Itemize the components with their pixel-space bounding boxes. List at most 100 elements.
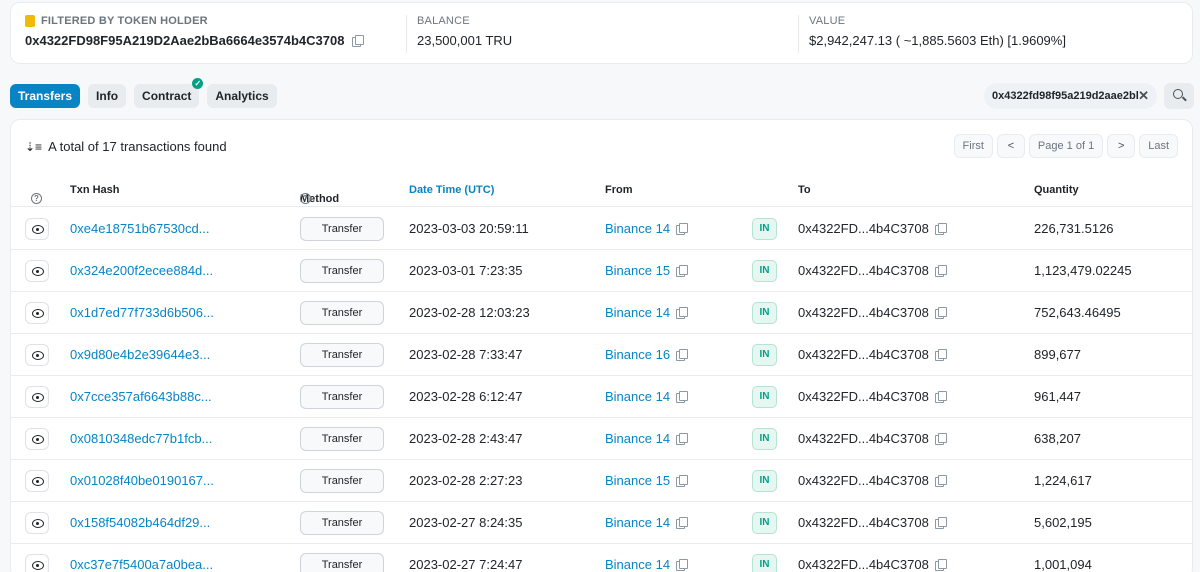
method-badge: Transfer bbox=[300, 343, 384, 367]
from-address-link[interactable]: Binance 14 bbox=[605, 389, 670, 404]
date-time: 2023-02-28 2:27:23 bbox=[409, 473, 523, 488]
date-time: 2023-03-01 7:23:35 bbox=[409, 263, 523, 278]
table-row: 0x324e200f2ecee884d... Transfer 2023-03-01… bbox=[11, 250, 1192, 292]
eye-icon[interactable] bbox=[25, 554, 49, 572]
copy-icon[interactable] bbox=[934, 222, 947, 235]
txn-hash-link[interactable]: 0x324e200f2ecee884d... bbox=[70, 263, 213, 278]
search-button[interactable] bbox=[1164, 83, 1194, 109]
table-row: 0xe4e18751b67530cd... Transfer 2023-03-03 … bbox=[11, 208, 1192, 250]
method-badge: Transfer bbox=[300, 553, 384, 572]
copy-icon[interactable] bbox=[676, 432, 689, 445]
divider bbox=[798, 15, 799, 53]
txn-hash-link[interactable]: 0xc37e7f5400a7a0bea... bbox=[70, 557, 213, 572]
from-cell: Binance 15 bbox=[605, 263, 689, 278]
method-badge: Transfer bbox=[300, 301, 384, 325]
from-address-link[interactable]: Binance 16 bbox=[605, 347, 670, 362]
date-time: 2023-02-28 7:33:47 bbox=[409, 347, 523, 362]
value-label: VALUE bbox=[809, 15, 846, 27]
copy-icon[interactable] bbox=[676, 264, 689, 277]
tab-info[interactable]: Info bbox=[88, 84, 127, 108]
copy-icon[interactable] bbox=[676, 558, 689, 571]
to-address: 0x4322FD...4b4C3708 bbox=[798, 221, 929, 236]
copy-icon[interactable] bbox=[352, 34, 365, 47]
table-row: 0xc37e7f5400a7a0bea... Transfer 2023-02-27… bbox=[11, 544, 1192, 572]
to-address: 0x4322FD...4b4C3708 bbox=[798, 347, 929, 362]
table-row: 0x1d7ed77f733d6b506... Transfer 2023-02-28… bbox=[11, 292, 1192, 334]
from-address-link[interactable]: Binance 15 bbox=[605, 473, 670, 488]
next-page-button[interactable]: > bbox=[1107, 134, 1136, 158]
txn-hash-link[interactable]: 0x9d80e4b2e39644e3... bbox=[70, 347, 210, 362]
balance-value: 23,500,001 TRU bbox=[417, 33, 513, 48]
eye-icon[interactable] bbox=[25, 470, 49, 492]
from-address-link[interactable]: Binance 15 bbox=[605, 263, 670, 278]
copy-icon[interactable] bbox=[934, 390, 947, 403]
copy-icon[interactable] bbox=[676, 390, 689, 403]
copy-icon[interactable] bbox=[934, 348, 947, 361]
txn-hash-link[interactable]: 0x0810348edc77b1fcb... bbox=[70, 431, 212, 446]
direction-badge: IN bbox=[752, 260, 777, 282]
method-badge: Transfer bbox=[300, 385, 384, 409]
copy-icon[interactable] bbox=[934, 306, 947, 319]
eye-icon[interactable] bbox=[25, 302, 49, 324]
address-filter-chip[interactable]: 0x4322fd98f95a219d2aae2bl ✕ bbox=[984, 83, 1157, 109]
transfers-table-card: ⇣≡ A total of 17 transactions found Firs… bbox=[10, 119, 1193, 572]
tab-transfers[interactable]: Transfers bbox=[10, 84, 81, 108]
copy-icon[interactable] bbox=[934, 264, 947, 277]
close-icon[interactable]: ✕ bbox=[1138, 88, 1149, 104]
col-date-time[interactable]: Date Time (UTC) bbox=[409, 184, 494, 196]
date-time: 2023-02-28 6:12:47 bbox=[409, 389, 523, 404]
table-row: 0x01028f40be0190167... Transfer 2023-02-28… bbox=[11, 460, 1192, 502]
eye-icon[interactable] bbox=[25, 260, 49, 282]
table-row: 0x158f54082b464df29... Transfer 2023-02-27… bbox=[11, 502, 1192, 544]
eye-icon[interactable] bbox=[25, 386, 49, 408]
direction-badge: IN bbox=[752, 512, 777, 534]
eye-icon[interactable] bbox=[25, 344, 49, 366]
from-cell: Binance 14 bbox=[605, 305, 689, 320]
to-cell: 0x4322FD...4b4C3708 bbox=[798, 431, 947, 446]
tab-contract[interactable]: Contract ✓ bbox=[134, 78, 204, 108]
method-badge: Transfer bbox=[300, 259, 384, 283]
to-address: 0x4322FD...4b4C3708 bbox=[798, 473, 929, 488]
tab-analytics[interactable]: Analytics bbox=[207, 84, 277, 108]
from-address-link[interactable]: Binance 14 bbox=[605, 557, 670, 572]
col-from: From bbox=[605, 184, 633, 196]
method-badge: Transfer bbox=[300, 469, 384, 493]
last-page-button[interactable]: Last bbox=[1139, 134, 1178, 158]
to-cell: 0x4322FD...4b4C3708 bbox=[798, 557, 947, 572]
copy-icon[interactable] bbox=[934, 474, 947, 487]
copy-icon[interactable] bbox=[676, 516, 689, 529]
holder-address-link[interactable]: 0x4322FD98F95A219D2Aae2bBa6664e3574b4C37… bbox=[25, 33, 344, 48]
eye-icon[interactable] bbox=[25, 512, 49, 534]
txn-hash-link[interactable]: 0x7cce357af6643b88c... bbox=[70, 389, 212, 404]
to-cell: 0x4322FD...4b4C3708 bbox=[798, 305, 947, 320]
eye-icon[interactable] bbox=[25, 218, 49, 240]
search-icon bbox=[1173, 89, 1183, 99]
txn-hash-link[interactable]: 0x1d7ed77f733d6b506... bbox=[70, 305, 214, 320]
method-help-icon[interactable]: ? bbox=[300, 193, 311, 204]
prev-page-button[interactable]: < bbox=[996, 134, 1025, 158]
direction-badge: IN bbox=[752, 386, 777, 408]
quantity: 752,643.46495 bbox=[1034, 305, 1121, 320]
copy-icon[interactable] bbox=[676, 348, 689, 361]
copy-icon[interactable] bbox=[676, 474, 689, 487]
txn-hash-link[interactable]: 0x01028f40be0190167... bbox=[70, 473, 214, 488]
copy-icon[interactable] bbox=[934, 516, 947, 529]
eye-icon[interactable] bbox=[25, 428, 49, 450]
from-address-link[interactable]: Binance 14 bbox=[605, 221, 670, 236]
page-indicator: Page 1 of 1 bbox=[1028, 134, 1104, 158]
copy-icon[interactable] bbox=[934, 432, 947, 445]
date-time: 2023-02-28 2:43:47 bbox=[409, 431, 523, 446]
token-badge-icon bbox=[25, 15, 35, 27]
first-page-button[interactable]: First bbox=[953, 134, 993, 158]
from-address-link[interactable]: Binance 14 bbox=[605, 305, 670, 320]
to-cell: 0x4322FD...4b4C3708 bbox=[798, 473, 947, 488]
copy-icon[interactable] bbox=[934, 558, 947, 571]
from-address-link[interactable]: Binance 14 bbox=[605, 431, 670, 446]
copy-icon[interactable] bbox=[676, 222, 689, 235]
col-txn-hash: Txn Hash bbox=[70, 184, 120, 196]
table-header: ? Txn Hash Method ? Date Time (UTC) From… bbox=[11, 175, 1192, 207]
txn-hash-link[interactable]: 0x158f54082b464df29... bbox=[70, 515, 210, 530]
txn-hash-link[interactable]: 0xe4e18751b67530cd... bbox=[70, 221, 210, 236]
from-address-link[interactable]: Binance 14 bbox=[605, 515, 670, 530]
copy-icon[interactable] bbox=[676, 306, 689, 319]
